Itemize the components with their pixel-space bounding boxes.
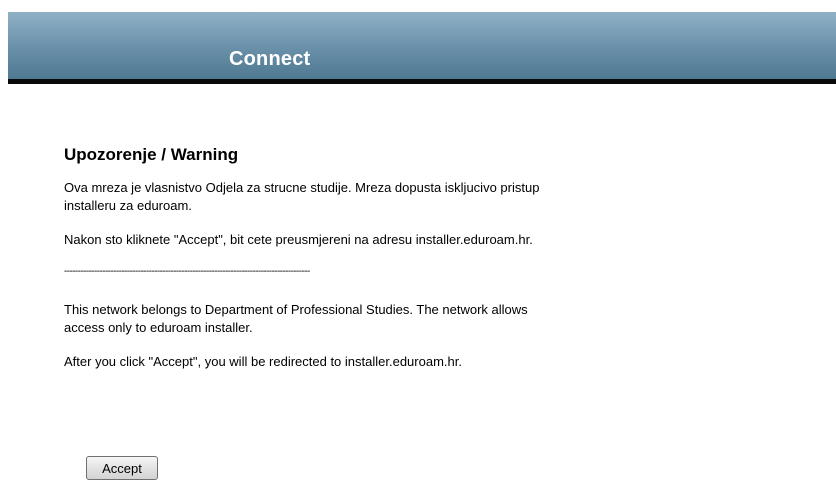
notice-paragraph-hr-1: Ova mreza je vlasnistvo Odjela za strucn…: [64, 180, 540, 213]
page-title: Connect: [229, 48, 311, 70]
header-divider: [8, 79, 836, 84]
notice-paragraph-en-2: After you click "Accept", you will be re…: [64, 354, 462, 369]
notice-paragraph-hr-2: Nakon sto kliknete "Accept", bit cete pr…: [64, 232, 533, 247]
header-bar: [8, 12, 836, 79]
accept-button[interactable]: Accept: [86, 456, 158, 480]
notice-paragraph-en-1: This network belongs to Department of Pr…: [64, 302, 528, 335]
text-divider: ----------------------------------------…: [64, 266, 310, 277]
notice-content: Upozorenje / Warning Ova mreza je vlasni…: [64, 145, 584, 387]
top-strip: [0, 0, 836, 12]
notice-heading: Upozorenje / Warning: [64, 145, 239, 164]
